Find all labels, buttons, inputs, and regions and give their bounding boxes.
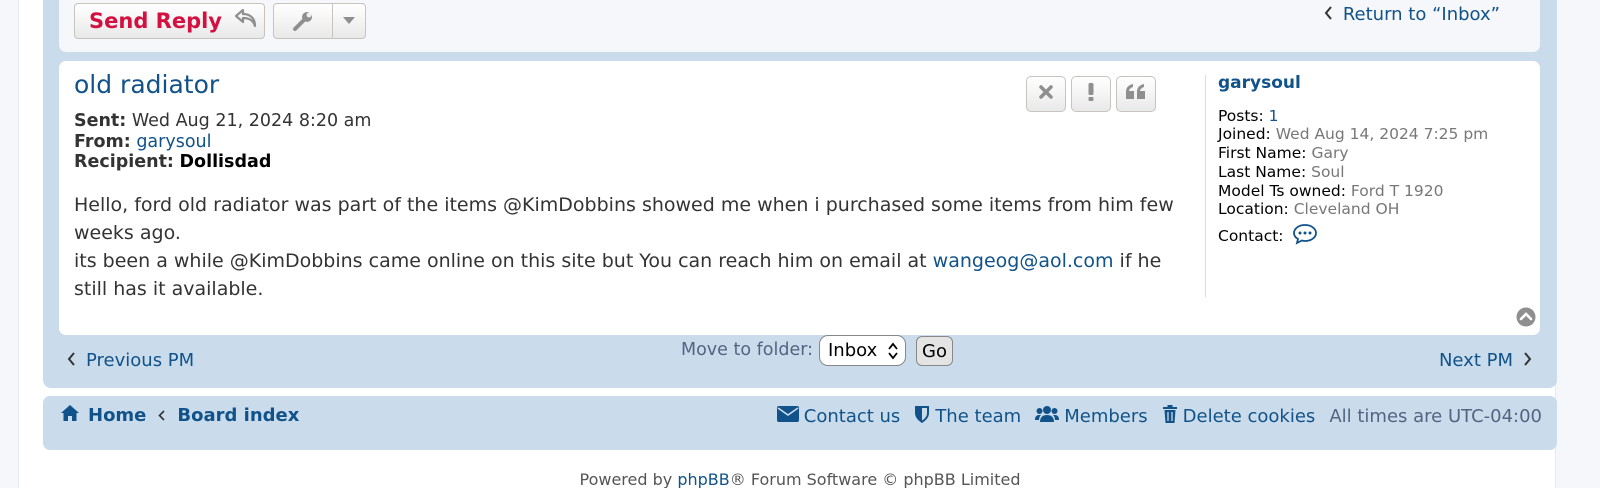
message-body: Hello, ford old radiator was part of the… xyxy=(74,191,1174,303)
powered-by: Powered by phpBB® Forum Software © phpBB… xyxy=(0,470,1600,488)
go-button[interactable]: Go xyxy=(916,336,953,366)
phpbb-link[interactable]: phpBB xyxy=(677,470,729,488)
return-to-inbox-link[interactable]: Return to “Inbox” xyxy=(1324,4,1500,25)
delete-cookies-label: Delete cookies xyxy=(1182,406,1316,427)
first-name-value: Gary xyxy=(1311,144,1349,163)
footer-links: Contact us The team Members Delete cooki… xyxy=(776,404,1542,429)
delete-cookies-link[interactable]: Delete cookies xyxy=(1162,404,1316,429)
home-link[interactable]: Home xyxy=(88,405,146,426)
last-name-label: Last Name: xyxy=(1218,162,1307,181)
quote-message-button[interactable] xyxy=(1116,76,1156,112)
the-team-label: The team xyxy=(935,406,1022,427)
first-name-label: First Name: xyxy=(1218,144,1307,163)
chevron-left-icon xyxy=(67,350,76,371)
envelope-icon xyxy=(776,406,799,427)
chevron-right-icon xyxy=(1523,350,1532,371)
shield-icon xyxy=(914,404,930,429)
joined-value: Wed Aug 14, 2024 7:25 pm xyxy=(1275,125,1489,144)
pm-navigation: Previous PM Move to folder: Inbox Go Nex… xyxy=(59,335,1540,379)
powered-pre: Powered by xyxy=(579,470,678,488)
home-icon xyxy=(60,404,80,427)
sent-value: Wed Aug 21, 2024 8:20 am xyxy=(131,111,372,131)
the-team-link[interactable]: The team xyxy=(914,404,1021,429)
close-icon xyxy=(1038,84,1054,104)
delete-message-button[interactable] xyxy=(1026,76,1066,112)
contact-label: Contact: xyxy=(1218,226,1284,245)
back-to-top-icon[interactable] xyxy=(1516,307,1536,331)
body-text: its been a while @KimDobbins came online… xyxy=(74,250,933,272)
send-reply-label: Send Reply xyxy=(89,9,222,33)
footer-navbar: Home Board index Contact us The team Mem… xyxy=(43,396,1557,450)
joined-label: Joined: xyxy=(1218,125,1271,144)
email-link[interactable]: wangeog@aol.com xyxy=(933,250,1114,272)
members-link[interactable]: Members xyxy=(1035,405,1148,428)
posts-label: Posts: xyxy=(1218,106,1264,125)
location-value: Cleveland OH xyxy=(1293,200,1400,219)
location-label: Location: xyxy=(1218,200,1289,219)
contact-us-link[interactable]: Contact us xyxy=(776,406,901,427)
board-index-link[interactable]: Board index xyxy=(177,405,299,426)
message-title: old radiator xyxy=(74,70,220,99)
timezone-info: All times are UTC-04:00 xyxy=(1329,406,1542,427)
folder-select[interactable]: Inbox xyxy=(819,335,906,366)
move-to-folder-label: Move to folder: xyxy=(681,340,814,360)
sent-label: Sent: xyxy=(74,111,127,131)
last-name-value: Soul xyxy=(1311,162,1345,181)
next-pm-label: Next PM xyxy=(1438,350,1513,371)
send-reply-button[interactable]: Send Reply xyxy=(74,3,265,39)
next-pm-link[interactable]: Next PM xyxy=(1439,350,1532,371)
chevron-left-icon xyxy=(1324,4,1333,25)
quote-icon xyxy=(1125,83,1147,105)
from-label: From: xyxy=(74,131,131,152)
select-arrows-icon xyxy=(888,342,898,365)
wrench-icon xyxy=(274,10,332,32)
recipient-value: Dollisdad xyxy=(179,152,272,172)
breadcrumb: Home Board index xyxy=(60,404,299,427)
profile-username-link[interactable]: garysoul xyxy=(1218,74,1488,93)
message-meta: Sent: Wed Aug 21, 2024 8:20 am From: gar… xyxy=(74,111,371,173)
recipient-label: Recipient: xyxy=(74,152,174,172)
body-paragraph-1: Hello, ford old radiator was part of the… xyxy=(74,194,1174,244)
exclamation-icon xyxy=(1087,82,1095,106)
folder-selected-value: Inbox xyxy=(828,340,878,361)
users-icon xyxy=(1035,405,1060,428)
model-label: Model Ts owned: xyxy=(1218,181,1346,200)
contact-us-label: Contact us xyxy=(803,406,901,427)
chevron-left-icon xyxy=(158,405,165,426)
powered-post: ® Forum Software © phpBB Limited xyxy=(729,470,1021,488)
model-value: Ford T 1920 xyxy=(1350,181,1444,200)
caret-down-icon xyxy=(333,17,365,25)
previous-pm-label: Previous PM xyxy=(86,350,195,371)
body-paragraph-2: its been a while @KimDobbins came online… xyxy=(74,247,1174,303)
reply-arrow-icon xyxy=(234,8,258,34)
contact-bubble-icon[interactable] xyxy=(1292,223,1318,250)
members-label: Members xyxy=(1064,406,1148,427)
profile-divider xyxy=(1205,75,1206,297)
tools-dropdown-button[interactable] xyxy=(273,3,366,39)
posts-count-link[interactable]: 1 xyxy=(1269,107,1279,125)
author-profile: garysoul Posts: 1 Joined: Wed Aug 14, 20… xyxy=(1218,74,1488,250)
return-label: Return to “Inbox” xyxy=(1342,4,1500,25)
from-user-link[interactable]: garysoul xyxy=(136,132,211,152)
trash-icon xyxy=(1162,404,1178,429)
previous-pm-link[interactable]: Previous PM xyxy=(67,350,194,371)
report-message-button[interactable] xyxy=(1071,76,1111,112)
